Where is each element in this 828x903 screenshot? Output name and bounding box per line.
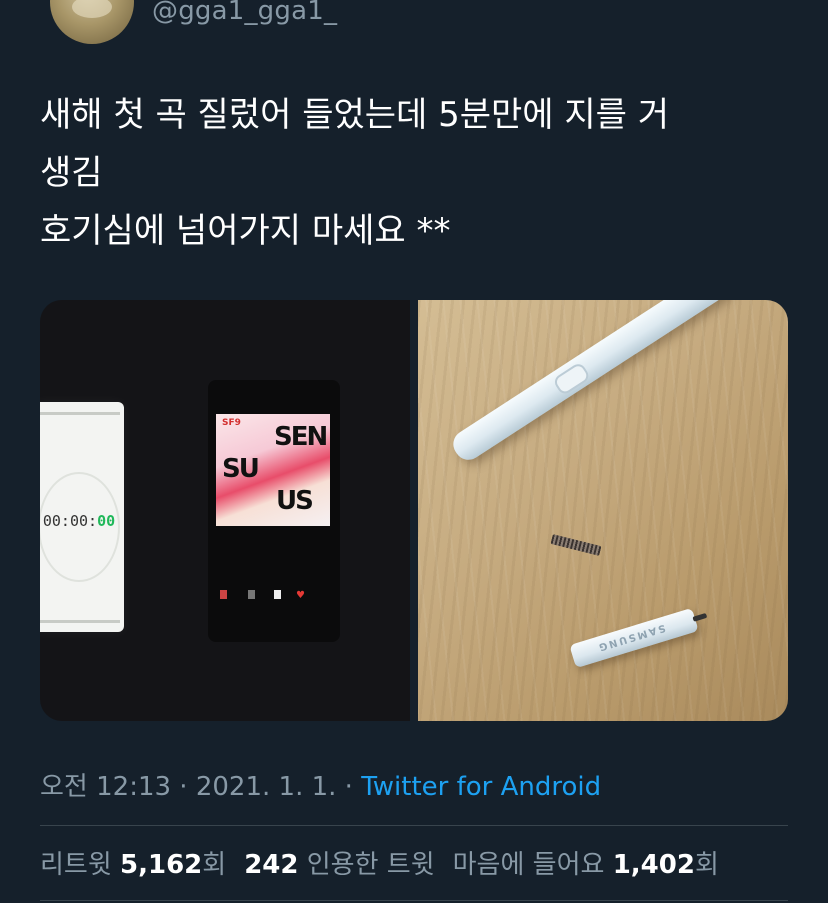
cap-brand: SAMSUNG — [595, 621, 667, 653]
tweet-text-line: 생김 — [40, 153, 103, 193]
retweets-label: 리트윗 — [40, 850, 112, 880]
photo-phones[interactable]: 00:00:00 SF9 SEN SU US ♥ — [40, 300, 410, 721]
divider — [40, 900, 788, 901]
quotes-stat[interactable]: 242 인용한 트윗 — [244, 844, 434, 881]
stopwatch-time-ms: 00 — [97, 512, 116, 530]
photo-spen[interactable]: SAMSUNG — [418, 300, 788, 721]
quotes-count: 242 — [244, 850, 299, 880]
tweet-text-line: 호기심에 넘어가지 마세요 ** — [40, 211, 451, 251]
likes-count: 1,402 — [612, 850, 695, 880]
tweet-stats: 리트윗 5,162회 242 인용한 트윗 마음에 들어요 1,402회 — [40, 844, 719, 881]
s-pen — [448, 300, 733, 466]
tweet-source-link[interactable]: Twitter for Android — [361, 772, 601, 802]
meta-separator: · — [336, 772, 362, 802]
divider — [40, 825, 788, 826]
quotes-label: 인용한 트윗 — [306, 850, 435, 880]
tweet-time: 오전 12:13 — [40, 772, 172, 802]
tweet-date: 2021. 1. 1. — [195, 772, 337, 802]
home-bar — [40, 620, 120, 623]
album-cover: SF9 SEN SU US — [216, 414, 330, 526]
tweet-text-line: 새해 첫 곡 질렀어 들었는데 5분만에 지를 거 — [40, 95, 670, 135]
filter-icon — [248, 590, 255, 599]
pause-icon — [274, 590, 281, 599]
avatar-face — [72, 0, 112, 18]
meta-separator: · — [171, 772, 196, 802]
heart-icon: ♥ — [296, 590, 305, 601]
tweet-text: 새해 첫 곡 질렀어 들었는데 5분만에 지를 거 생김 호기심에 넘어가지 마… — [40, 86, 800, 260]
stopwatch-time: 00:00:00 — [40, 512, 124, 530]
album-cover-text: SU — [222, 454, 260, 484]
player-controls — [220, 590, 328, 600]
tweet-detail: @gga1_gga1_ 새해 첫 곡 질렀어 들었는데 5분만에 지를 거 생김… — [0, 0, 828, 903]
stopwatch-phone: 00:00:00 — [40, 402, 124, 632]
spring — [550, 534, 602, 556]
album-cover-text: SEN — [274, 422, 328, 452]
tweet-meta: 오전 12:13 · 2021. 1. 1. · Twitter for And… — [40, 766, 601, 803]
pen-cap: SAMSUNG — [569, 607, 699, 669]
music-phone: SF9 SEN SU US ♥ — [208, 380, 340, 642]
stopwatch-time-main: 00:00: — [42, 512, 98, 530]
album-cover-text: US — [276, 486, 314, 516]
user-handle[interactable]: @gga1_gga1_ — [152, 0, 337, 26]
avatar[interactable] — [50, 0, 134, 44]
media-grid: 00:00:00 SF9 SEN SU US ♥ SAMSUNG — [40, 300, 788, 721]
retweets-count: 5,162 — [120, 850, 203, 880]
retweets-unit: 회 — [202, 850, 227, 880]
likes-label: 마음에 들어요 — [452, 850, 605, 880]
repeat-icon — [220, 590, 227, 599]
album-artist-logo: SF9 — [222, 418, 241, 428]
likes-stat[interactable]: 마음에 들어요 1,402회 — [453, 844, 719, 881]
status-bar — [40, 412, 120, 415]
likes-unit: 회 — [694, 850, 719, 880]
retweets-stat[interactable]: 리트윗 5,162회 — [40, 844, 226, 881]
